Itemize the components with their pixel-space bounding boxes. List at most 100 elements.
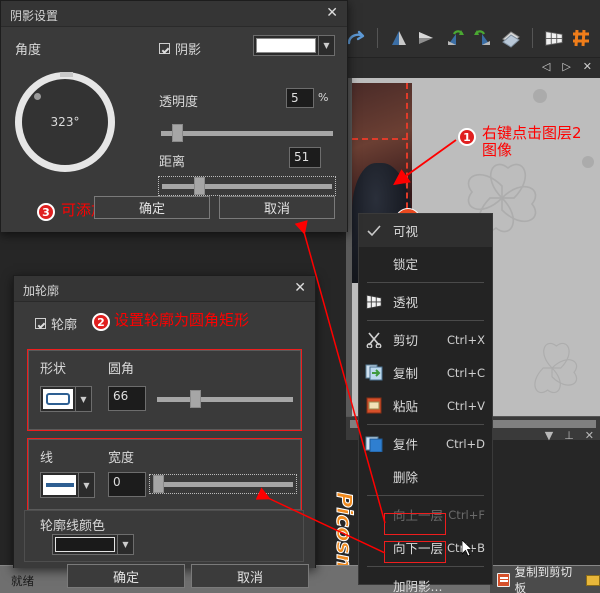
shadow-color-swatch[interactable] [256, 38, 316, 53]
outline-dialog[interactable]: 加轮廓 ✕ 轮廓 2 设置轮廓为圆角矩形 形状 圆角 ▼ 66 线 宽度 ▼ 0… [13, 275, 316, 588]
outline-checkbox-label: 轮廓 [51, 318, 78, 333]
shadow-checkbox-box[interactable] [159, 43, 170, 54]
menu-separator-5 [367, 566, 484, 567]
distance-label: 距离 [159, 155, 186, 170]
menu-shortcut: Ctrl+V [447, 398, 485, 413]
slider-thumb[interactable] [172, 124, 183, 142]
distance-value: 51 [294, 150, 310, 164]
menu-item-paste[interactable]: 粘贴 Ctrl+V [359, 389, 492, 422]
shadow-dialog-body: 角度 323° 阴影 ▼ 透明度 5 % 距离 51 3 可添加阴影 确定 [1, 27, 347, 232]
check-icon [367, 225, 381, 237]
solid-line-icon [45, 483, 74, 487]
shadow-settings-dialog[interactable]: 阴影设置 ✕ 角度 323° 阴影 ▼ 透明度 5 % 距离 51 3 确定 取… [0, 0, 348, 232]
menu-separator [367, 282, 484, 283]
shadow-cancel-button[interactable]: 取消 [219, 196, 335, 219]
flip-vertical-icon[interactable] [416, 28, 438, 48]
scissors-icon [366, 332, 382, 348]
highlight-box-add-shadow [384, 513, 446, 535]
document-nav: ◁ ▷ ✕ [542, 60, 592, 73]
clipboard-icon [497, 573, 510, 587]
distance-slider[interactable] [158, 176, 336, 196]
menu-item-add-shadow[interactable]: 加阴影... [359, 569, 492, 593]
prev-page-icon[interactable]: ◁ [542, 60, 550, 73]
redo-icon[interactable] [345, 28, 367, 48]
shape-preview [43, 389, 73, 409]
dropdown-icon[interactable]: ▼ [545, 429, 553, 442]
toolbar-icon-group [345, 28, 600, 48]
rotate-right-icon[interactable] [472, 28, 494, 48]
menu-item-lock[interactable]: 锁定 [359, 247, 492, 280]
line-label: 线 [40, 451, 54, 466]
mouse-cursor-icon [462, 540, 474, 557]
menu-label: 复制 [393, 366, 419, 381]
shadow-ok-button[interactable]: 确定 [94, 196, 210, 219]
toolbar-separator [377, 28, 378, 48]
selection-dash-horizontal [352, 138, 408, 140]
annotation-number-1: 1 [458, 128, 476, 146]
rounded-rect-icon [46, 393, 70, 405]
layers-icon[interactable] [500, 28, 522, 48]
slider-thumb[interactable] [190, 390, 201, 408]
menu-separator-4 [367, 495, 484, 496]
menu-shortcut: Ctrl+F [448, 507, 485, 522]
menu-separator-3 [367, 424, 484, 425]
menu-item-visible[interactable]: 可视 [359, 214, 492, 247]
pin-icon[interactable]: ⊥ [564, 429, 574, 442]
shape-combo[interactable]: ▼ [40, 386, 92, 412]
panel-controls: ▼ ⊥ ✕ [545, 429, 594, 442]
width-slider[interactable] [149, 474, 297, 494]
outline-checkbox[interactable]: 轮廓 [35, 314, 77, 333]
shadow-dialog-close-icon[interactable]: ✕ [326, 5, 338, 21]
width-input[interactable]: 0 [108, 472, 146, 497]
slider-thumb[interactable] [194, 177, 205, 195]
slider-track [153, 482, 293, 487]
outline-cancel-button[interactable]: 取消 [191, 564, 309, 588]
menu-shortcut: Ctrl+D [446, 436, 485, 451]
grid-orange-icon[interactable] [571, 28, 593, 48]
outline-dialog-body: 轮廓 2 设置轮廓为圆角矩形 形状 圆角 ▼ 66 线 宽度 ▼ 0 轮廓线颜色… [14, 302, 315, 588]
menu-item-perspective[interactable]: 透视 [359, 285, 492, 318]
outline-dialog-titlebar[interactable]: 加轮廓 ✕ [14, 276, 315, 302]
paste-icon [366, 397, 382, 414]
outline-checkbox-box[interactable] [35, 318, 46, 329]
outline-dialog-close-icon[interactable]: ✕ [294, 280, 306, 296]
annotation-text-1: 右键点击图层2 图像 [482, 124, 582, 159]
next-page-icon[interactable]: ▷ [562, 60, 570, 73]
slider-track [161, 131, 333, 136]
opacity-slider[interactable] [161, 124, 333, 142]
status-ready-text: 就绪 [11, 574, 34, 588]
chevron-down-icon[interactable]: ▼ [318, 36, 334, 55]
dial-knob[interactable] [34, 93, 41, 100]
rotate-left-icon[interactable] [444, 28, 466, 48]
slider-thumb[interactable] [153, 475, 164, 493]
close-doc-icon[interactable]: ✕ [583, 60, 592, 73]
mail-icon[interactable] [586, 574, 600, 586]
copy-to-clipboard-button[interactable]: 复制到剪切板 [490, 565, 600, 593]
annotation-number-2: 2 [92, 313, 110, 331]
distance-input[interactable]: 51 [289, 147, 321, 168]
corner-slider[interactable] [157, 390, 293, 408]
menu-label: 剪切 [393, 333, 419, 348]
chevron-down-icon[interactable]: ▼ [75, 387, 91, 411]
line-style-combo[interactable]: ▼ [40, 472, 95, 498]
menu-label: 可视 [393, 224, 419, 239]
shadow-dialog-titlebar[interactable]: 阴影设置 ✕ [1, 1, 347, 27]
shadow-color-combo[interactable]: ▼ [253, 35, 335, 56]
menu-item-duplicate[interactable]: 复件 Ctrl+D [359, 427, 492, 460]
corner-input[interactable]: 66 [108, 386, 146, 411]
menu-item-copy[interactable]: 复制 Ctrl+C [359, 356, 492, 389]
outline-ok-button[interactable]: 确定 [67, 564, 185, 588]
opacity-input[interactable]: 5 [286, 88, 314, 108]
menu-shortcut: Ctrl+X [447, 332, 485, 347]
menu-item-delete[interactable]: 删除 [359, 460, 492, 493]
angle-dial[interactable]: 323° [15, 72, 115, 172]
copy-icon [365, 364, 383, 381]
chevron-down-icon[interactable]: ▼ [78, 473, 94, 497]
menu-item-cut[interactable]: 剪切 Ctrl+X [359, 323, 492, 356]
shadow-checkbox[interactable]: 阴影 [159, 39, 201, 58]
flip-horizontal-icon[interactable] [388, 28, 410, 48]
menu-label: 透视 [393, 295, 419, 310]
menu-separator-2 [367, 320, 484, 321]
close-icon[interactable]: ✕ [585, 429, 594, 442]
perspective-icon[interactable] [543, 28, 565, 48]
